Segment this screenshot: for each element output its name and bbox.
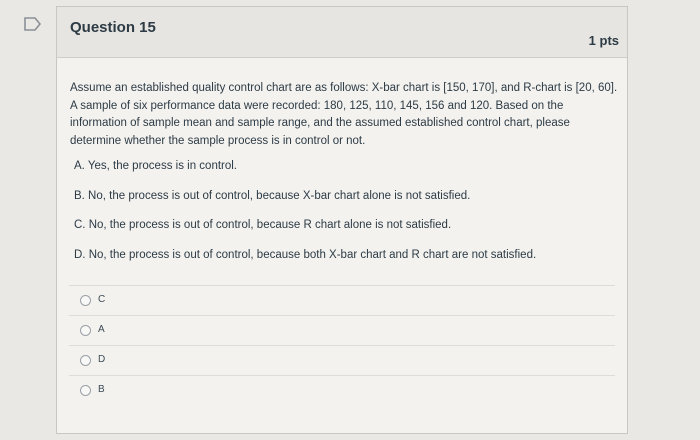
option-d-text: D. No, the process is out of control, be… <box>74 248 537 261</box>
answer-label: D <box>98 354 106 365</box>
question-paragraph: Assume an established quality control ch… <box>70 82 618 147</box>
question-card: Question 15 1 pts Assume an established … <box>56 6 628 434</box>
answer-option-a[interactable]: A <box>69 315 615 345</box>
answer-list: C A D B <box>69 285 615 405</box>
answer-label: A <box>98 324 105 335</box>
answer-option-d[interactable]: D <box>69 345 615 375</box>
option-a-text: A. Yes, the process is in control. <box>74 160 238 172</box>
question-points: 1 pts <box>588 33 619 48</box>
answer-label: B <box>98 384 105 395</box>
radio-button[interactable] <box>80 355 91 366</box>
option-c-text: C. No, the process is out of control, be… <box>74 219 452 231</box>
radio-button[interactable] <box>80 385 91 396</box>
answer-option-c[interactable]: C <box>69 285 615 315</box>
radio-button[interactable] <box>80 325 91 336</box>
question-flag-icon[interactable] <box>24 17 42 31</box>
option-b-text: B. No, the process is out of control, be… <box>74 189 471 202</box>
question-header: Question 15 1 pts <box>57 7 627 58</box>
answer-option-b[interactable]: B <box>69 375 615 405</box>
radio-button[interactable] <box>80 295 91 306</box>
answer-label: C <box>98 294 106 305</box>
question-text: Assume an established quality control ch… <box>70 80 622 276</box>
question-title: Question 15 <box>70 19 156 36</box>
